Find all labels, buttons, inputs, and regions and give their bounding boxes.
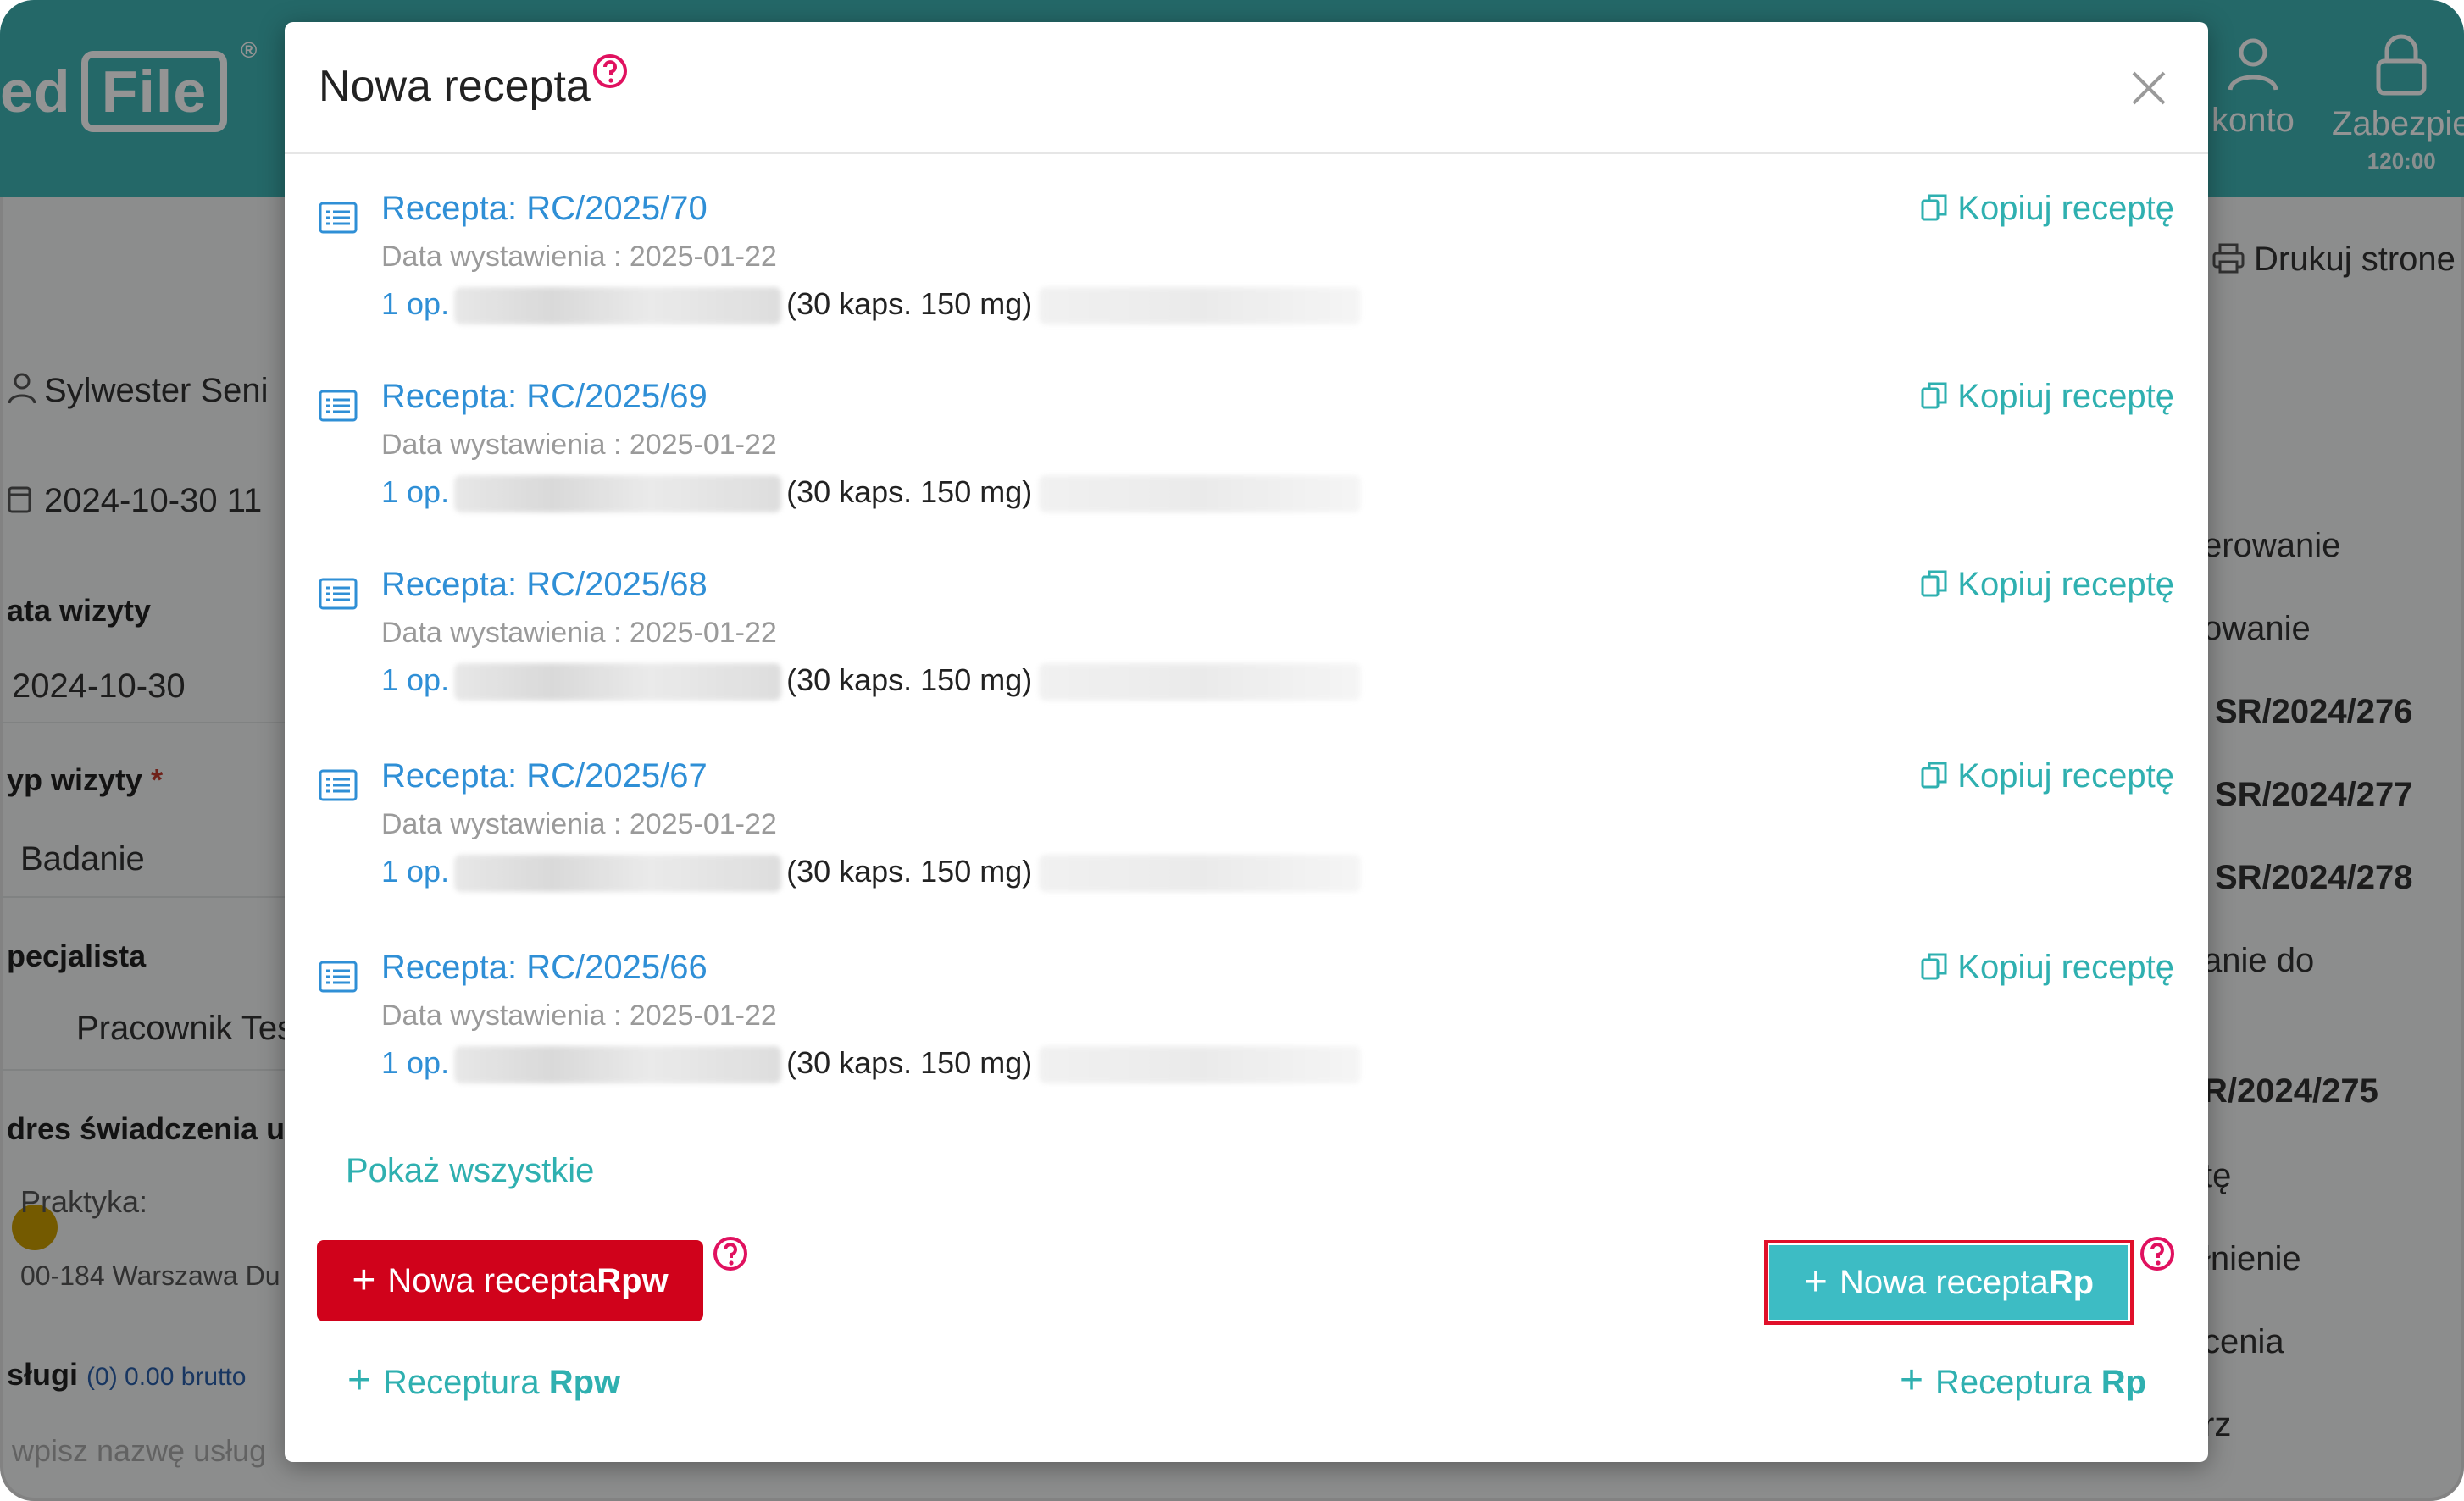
prescription-link[interactable]: Recepta: RC/2025/66 <box>381 949 708 987</box>
prescription-link[interactable]: Recepta: RC/2025/69 <box>381 378 708 416</box>
redacted-code <box>1039 855 1362 893</box>
prescription-link[interactable]: Recepta: RC/2025/67 <box>381 757 708 795</box>
redacted-drug-name <box>454 855 782 893</box>
copy-prescription-link[interactable]: Kopiuj receptę <box>1920 566 2174 604</box>
issue-date: Data wystawienia : 2025-01-22 <box>381 617 777 649</box>
plus-icon: + <box>1803 1260 1828 1304</box>
plus-icon: + <box>352 1258 376 1303</box>
dose: (30 kaps. 150 mg) <box>786 1045 1033 1080</box>
copy-prescription-link[interactable]: Kopiuj receptę <box>1920 378 2174 416</box>
dose: (30 kaps. 150 mg) <box>786 286 1033 321</box>
dose: (30 kaps. 150 mg) <box>786 662 1033 697</box>
issue-date: Data wystawienia : 2025-01-22 <box>381 808 777 840</box>
plus-icon: + <box>1900 1358 1924 1403</box>
redacted-code <box>1039 475 1362 513</box>
receptura-rpw-link[interactable]: + Receptura Rpw <box>347 1360 620 1402</box>
medication-line: 1 op. (30 kaps. 150 mg) <box>381 474 1362 513</box>
list-icon <box>319 578 358 610</box>
close-icon[interactable] <box>2123 63 2174 114</box>
medication-line: 1 op. (30 kaps. 150 mg) <box>381 286 1362 325</box>
prescription-item: Recepta: RC/2025/70 Data wystawienia : 2… <box>319 190 2174 359</box>
dose: (30 kaps. 150 mg) <box>786 474 1033 509</box>
copy-icon <box>1921 570 1947 597</box>
medication-line: 1 op. (30 kaps. 150 mg) <box>381 662 1362 701</box>
show-all-link[interactable]: Pokaż wszystkie <box>346 1152 594 1190</box>
list-icon <box>319 390 358 422</box>
redacted-code <box>1039 1046 1362 1084</box>
issue-date: Data wystawienia : 2025-01-22 <box>381 429 777 461</box>
quantity: 1 op. <box>381 286 450 321</box>
quantity: 1 op. <box>381 662 450 697</box>
new-rp-prescription-button[interactable]: + Nowa recepta Rp <box>1769 1245 2128 1320</box>
redacted-drug-name <box>454 287 782 325</box>
copy-icon <box>1921 194 1947 221</box>
prescription-link[interactable]: Recepta: RC/2025/68 <box>381 566 708 604</box>
issue-date: Data wystawienia : 2025-01-22 <box>381 1000 777 1032</box>
dose: (30 kaps. 150 mg) <box>786 854 1033 889</box>
prescription-item: Recepta: RC/2025/67 Data wystawienia : 2… <box>319 757 2174 927</box>
issue-date: Data wystawienia : 2025-01-22 <box>381 241 777 273</box>
redacted-code <box>1039 663 1362 701</box>
quantity: 1 op. <box>381 1045 450 1080</box>
new-rpw-prescription-button[interactable]: + Nowa recepta Rpw <box>317 1240 703 1321</box>
modal-header: Nowa recepta <box>285 22 2208 154</box>
copy-icon <box>1921 382 1947 409</box>
receptura-rp-link[interactable]: + Receptura Rp <box>1900 1360 2146 1402</box>
copy-prescription-link[interactable]: Kopiuj receptę <box>1920 757 2174 795</box>
plus-icon: + <box>347 1358 372 1403</box>
prescription-item: Recepta: RC/2025/68 Data wystawienia : 2… <box>319 566 2174 735</box>
prescription-link[interactable]: Recepta: RC/2025/70 <box>381 190 708 228</box>
question-circle-icon[interactable] <box>591 53 629 90</box>
list-icon <box>319 202 358 234</box>
list-icon <box>319 769 358 801</box>
copy-prescription-link[interactable]: Kopiuj receptę <box>1920 949 2174 987</box>
list-icon <box>319 961 358 993</box>
redacted-code <box>1039 287 1362 325</box>
medication-line: 1 op. (30 kaps. 150 mg) <box>381 1045 1362 1084</box>
quantity: 1 op. <box>381 854 450 889</box>
prescription-item: Recepta: RC/2025/69 Data wystawienia : 2… <box>319 378 2174 547</box>
redacted-drug-name <box>454 1046 782 1084</box>
question-circle-icon[interactable] <box>2139 1235 2176 1272</box>
question-circle-icon[interactable] <box>712 1235 749 1272</box>
modal-title: Nowa recepta <box>319 62 591 111</box>
medication-line: 1 op. (30 kaps. 150 mg) <box>381 854 1362 893</box>
copy-icon <box>1921 953 1947 980</box>
copy-prescription-link[interactable]: Kopiuj receptę <box>1920 190 2174 228</box>
redacted-drug-name <box>454 663 782 701</box>
quantity: 1 op. <box>381 474 450 509</box>
new-prescription-modal: Nowa recepta Recepta: RC/2025/70 Data wy… <box>285 22 2208 1462</box>
copy-icon <box>1921 762 1947 789</box>
redacted-drug-name <box>454 475 782 513</box>
prescription-item: Recepta: RC/2025/66 Data wystawienia : 2… <box>319 949 2174 1118</box>
